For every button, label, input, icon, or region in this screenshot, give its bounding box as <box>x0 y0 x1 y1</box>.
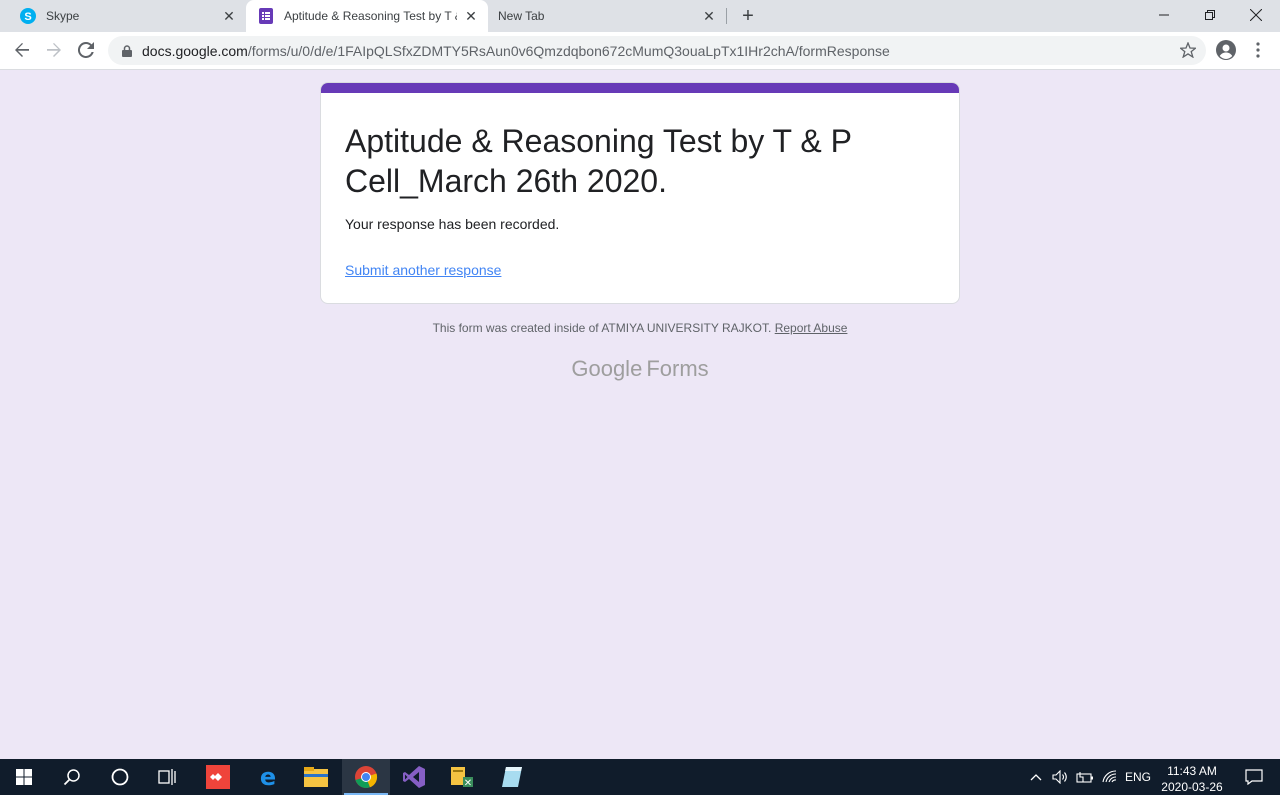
visual-studio-taskbar-button[interactable] <box>390 759 438 795</box>
reload-icon <box>78 42 94 58</box>
notepad-icon <box>502 767 522 787</box>
xampp-taskbar-button[interactable]: ✕ <box>438 759 486 795</box>
close-tab-icon[interactable]: ✕ <box>463 8 479 24</box>
close-tab-icon[interactable]: ✕ <box>221 8 237 24</box>
anydesk-taskbar-button[interactable] <box>194 759 242 795</box>
restore-button[interactable] <box>1187 0 1233 30</box>
chevron-up-icon <box>1030 774 1042 781</box>
bookmark-star-icon[interactable] <box>1178 41 1198 59</box>
tab-new-tab[interactable]: New Tab ✕ <box>488 0 726 32</box>
task-view-icon <box>158 769 176 785</box>
task-view-button[interactable] <box>144 759 192 795</box>
volume-button[interactable] <box>1050 759 1070 795</box>
clock-time: 11:43 AM <box>1167 764 1217 778</box>
logo-forms-text: Forms <box>646 356 709 381</box>
chrome-icon <box>355 766 378 789</box>
card-accent-bar <box>321 83 959 93</box>
close-tab-icon[interactable]: ✕ <box>701 8 717 24</box>
tab-title: New Tab <box>498 9 545 23</box>
account-icon <box>1216 40 1236 60</box>
google-forms-logo[interactable]: Google Forms <box>0 356 1280 382</box>
more-vert-icon <box>1256 42 1260 58</box>
arrow-right-icon <box>47 43 61 57</box>
reload-button[interactable] <box>72 36 100 64</box>
xampp-icon: ✕ <box>451 767 473 789</box>
menu-button[interactable] <box>1244 36 1272 64</box>
search-icon <box>63 769 80 786</box>
svg-text:e: e <box>260 765 276 789</box>
start-button[interactable] <box>0 759 48 795</box>
file-explorer-icon <box>304 767 328 787</box>
tab-title: Aptitude & Reasoning Test by T & <box>284 9 457 23</box>
notepad-taskbar-button[interactable] <box>488 759 536 795</box>
clock-date: 2020-03-26 <box>1161 780 1223 794</box>
footer-text: This form was created inside of ATMIYA U… <box>432 321 772 335</box>
network-button[interactable] <box>1100 759 1120 795</box>
speaker-icon <box>1052 770 1067 784</box>
google-forms-icon <box>258 8 274 24</box>
back-button[interactable] <box>8 36 36 64</box>
cortana-icon <box>111 768 129 786</box>
windows-taskbar: e ✕ ENG 11:43 AM 2020-03-26 <box>0 759 1280 795</box>
form-confirmation-card: Aptitude & Reasoning Test by T & P Cell_… <box>320 82 960 304</box>
edge-taskbar-button[interactable]: e <box>244 759 292 795</box>
action-center-button[interactable] <box>1232 759 1276 795</box>
lock-icon[interactable] <box>120 44 134 58</box>
report-abuse-link[interactable]: Report Abuse <box>775 321 848 335</box>
browser-toolbar: docs.google.com/forms/u/0/d/e/1FAIpQLSfx… <box>0 32 1280 70</box>
notification-icon <box>1245 769 1263 785</box>
form-title: Aptitude & Reasoning Test by T & P Cell_… <box>345 123 852 199</box>
url-text: docs.google.com/forms/u/0/d/e/1FAIpQLSfx… <box>142 43 890 59</box>
address-bar[interactable]: docs.google.com/forms/u/0/d/e/1FAIpQLSfx… <box>108 36 1206 65</box>
battery-charging-icon <box>1076 772 1093 783</box>
new-tab-button[interactable]: + <box>736 4 760 28</box>
url-host: docs.google.com <box>142 42 248 59</box>
url-path: /forms/u/0/d/e/1FAIpQLSfxZDMTY5RsAun0v6Q… <box>247 42 890 59</box>
wifi-icon <box>1102 770 1117 783</box>
tab-title: Skype <box>46 9 80 23</box>
anydesk-icon <box>206 765 230 789</box>
submit-another-response-link[interactable]: Submit another response <box>345 262 501 278</box>
logo-google-text: Google <box>571 356 643 381</box>
tab-divider <box>726 8 727 24</box>
tab-skype[interactable]: S Skype ✕ <box>8 0 246 32</box>
cortana-button[interactable] <box>96 759 144 795</box>
confirmation-message: Your response has been recorded. <box>345 216 560 232</box>
tab-aptitude-test[interactable]: Aptitude & Reasoning Test by T & ✕ <box>246 0 488 32</box>
edge-icon: e <box>260 765 276 789</box>
visual-studio-icon <box>403 766 425 788</box>
battery-button[interactable] <box>1074 759 1096 795</box>
input-language-button[interactable]: ENG <box>1122 759 1154 795</box>
show-hidden-icons-button[interactable] <box>1026 759 1046 795</box>
skype-icon: S <box>20 8 36 24</box>
chrome-taskbar-button[interactable] <box>342 759 390 795</box>
svg-text:✕: ✕ <box>464 778 472 789</box>
search-button[interactable] <box>48 759 96 795</box>
file-explorer-taskbar-button[interactable] <box>292 759 340 795</box>
profile-button[interactable] <box>1212 36 1240 64</box>
arrow-left-icon <box>15 43 29 57</box>
close-window-button[interactable] <box>1233 0 1279 30</box>
browser-tab-strip: S Skype ✕ Aptitude & Reasoning Test by T… <box>0 0 1280 32</box>
svg-text:S: S <box>24 11 31 23</box>
minimize-button[interactable] <box>1141 0 1187 30</box>
taskbar-clock[interactable]: 11:43 AM 2020-03-26 <box>1152 763 1232 795</box>
form-footer: This form was created inside of ATMIYA U… <box>0 321 1280 335</box>
windows-logo-icon <box>16 769 32 785</box>
forward-button[interactable] <box>40 36 68 64</box>
